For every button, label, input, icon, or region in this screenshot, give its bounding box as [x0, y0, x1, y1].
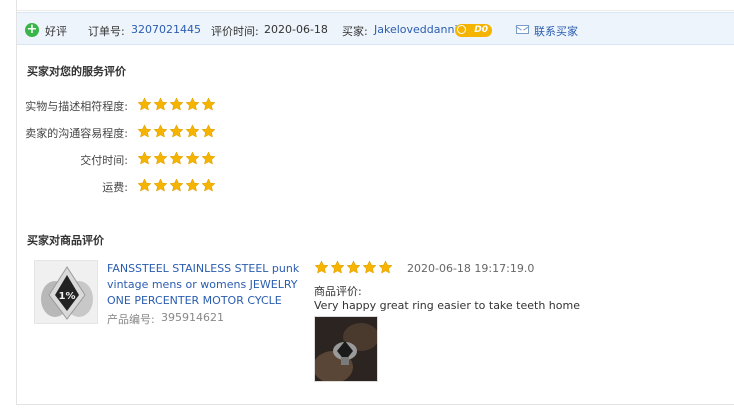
buyer-level-badge: D0: [455, 24, 492, 37]
review-time-label: 评价时间:: [211, 25, 259, 38]
star-icon: [201, 178, 216, 192]
product-review-stars: [314, 260, 393, 275]
service-row-label: 实物与描述相符程度:: [25, 100, 128, 113]
star-icon: [169, 151, 184, 165]
order-number-link[interactable]: 3207021445: [131, 23, 201, 36]
star-icon: [185, 124, 200, 138]
star-icon: [137, 151, 152, 165]
service-row-stars: [137, 151, 216, 166]
product-review-label: 商品评价:: [314, 285, 362, 298]
review-photo-image-icon: [315, 317, 377, 381]
product-number-label: 产品编号:: [107, 313, 155, 326]
review-time: 2020-06-18: [264, 23, 328, 36]
star-icon: [330, 260, 345, 274]
product-title-line[interactable]: ONE PERCENTER MOTOR CYCLE: [107, 293, 282, 310]
product-review-text: Very happy great ring easier to take tee…: [314, 299, 580, 312]
rating-label: 好评: [45, 25, 67, 38]
order-label: 订单号:: [88, 25, 125, 38]
service-row-label: 卖家的沟通容易程度:: [25, 127, 128, 140]
buyer-name-link[interactable]: Jakeloveddannii: [374, 23, 461, 36]
star-icon: [153, 178, 168, 192]
service-row-stars: [137, 124, 216, 139]
service-row-stars: [137, 178, 216, 193]
star-icon: [169, 97, 184, 111]
star-icon: [137, 124, 152, 138]
star-icon: [185, 178, 200, 192]
buyer-label: 买家:: [342, 25, 368, 38]
star-icon: [153, 124, 168, 138]
badge-text: D0: [474, 25, 488, 35]
star-icon: [201, 97, 216, 111]
product-title-line[interactable]: FANSSTEEL STAINLESS STEEL punk: [107, 261, 299, 278]
positive-rating-icon: +: [25, 22, 39, 37]
service-row-label: 运费:: [102, 181, 128, 194]
star-icon: [153, 151, 168, 165]
star-icon: [201, 151, 216, 165]
star-icon: [137, 97, 152, 111]
star-icon: [137, 178, 152, 192]
service-row-label: 交付时间:: [80, 154, 128, 167]
contact-buyer-link[interactable]: 联系买家: [534, 23, 578, 39]
service-row-stars: [137, 97, 216, 112]
mail-icon[interactable]: [516, 25, 529, 34]
product-section-title: 买家对商品评价: [27, 234, 104, 247]
star-icon: [185, 151, 200, 165]
star-icon: [346, 260, 361, 274]
service-section-title: 买家对您的服务评价: [27, 65, 126, 78]
star-icon: [314, 260, 329, 274]
product-thumbnail[interactable]: 1%: [34, 260, 98, 324]
svg-text:1%: 1%: [59, 291, 76, 302]
star-icon: [362, 260, 377, 274]
star-icon: [153, 97, 168, 111]
star-icon: [185, 97, 200, 111]
star-icon: [169, 124, 184, 138]
star-icon: [201, 124, 216, 138]
product-title-line[interactable]: vintage mens or womens JEWELRY: [107, 277, 298, 294]
product-number: 395914621: [161, 311, 224, 324]
review-datetime: 2020-06-18 19:17:19.0: [407, 262, 535, 275]
star-icon: [169, 178, 184, 192]
ring-image-icon: 1%: [35, 261, 97, 323]
star-icon: [378, 260, 393, 274]
review-photo[interactable]: [314, 316, 378, 382]
badge-ring-icon: [457, 25, 466, 34]
